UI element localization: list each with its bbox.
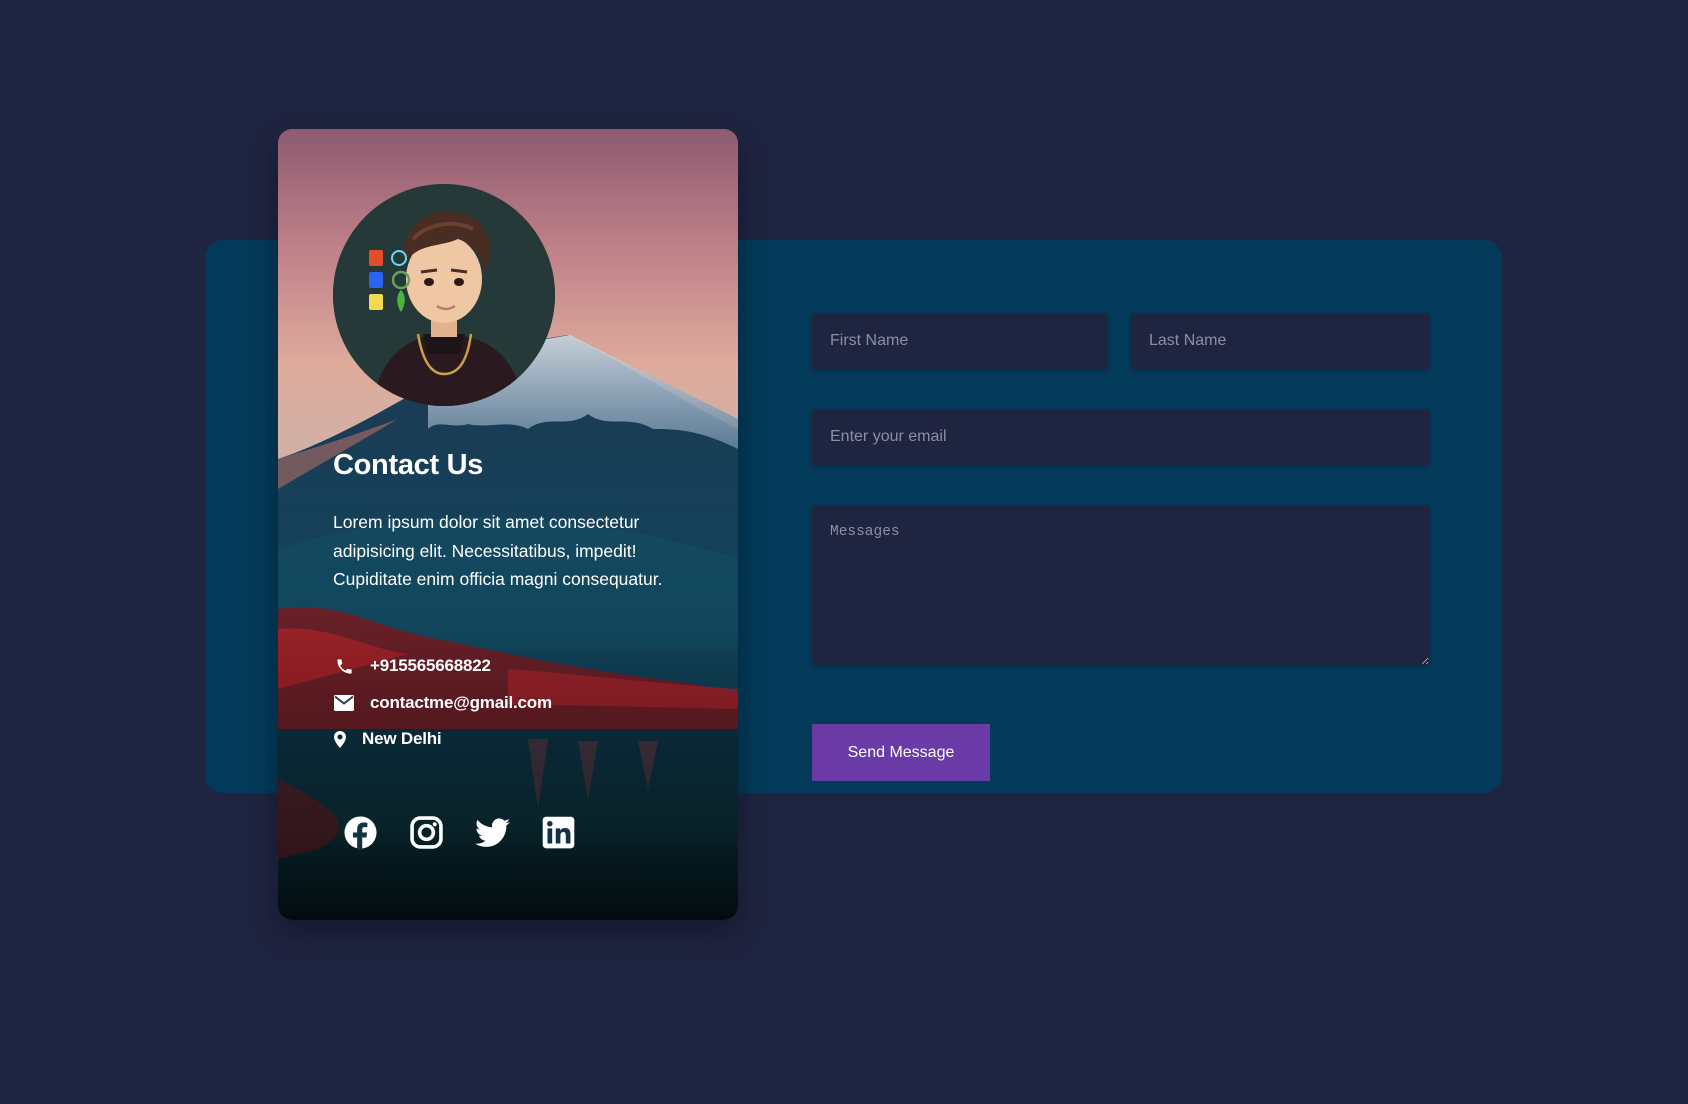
envelope-icon	[333, 692, 355, 714]
linkedin-icon[interactable]	[541, 815, 576, 850]
card-title: Contact Us	[333, 449, 484, 481]
twitter-icon[interactable]	[475, 815, 510, 850]
card-description: Lorem ipsum dolor sit amet consectetur a…	[333, 512, 663, 589]
first-name-input[interactable]	[812, 313, 1108, 369]
email-row[interactable]: contactme@gmail.com	[333, 691, 552, 715]
instagram-icon[interactable]	[409, 815, 444, 850]
social-links	[343, 815, 576, 850]
contact-card: Contact Us Lorem ipsum dolor sit amet co…	[278, 129, 738, 920]
last-name-input[interactable]	[1131, 313, 1429, 369]
phone-icon	[333, 655, 355, 677]
location-row: New Delhi	[333, 727, 442, 751]
phone-row[interactable]: +915565668822	[333, 654, 491, 678]
facebook-icon[interactable]	[343, 815, 378, 850]
phone-number: +915565668822	[370, 656, 491, 675]
email-input[interactable]	[812, 409, 1429, 465]
send-message-button[interactable]: Send Message	[812, 724, 990, 781]
location-text: New Delhi	[362, 729, 442, 748]
avatar	[333, 184, 555, 406]
page: Contact Us Lorem ipsum dolor sit amet co…	[0, 0, 1688, 1104]
message-textarea[interactable]	[812, 505, 1429, 665]
map-pin-icon	[333, 728, 347, 750]
email-address: contactme@gmail.com	[370, 693, 552, 712]
